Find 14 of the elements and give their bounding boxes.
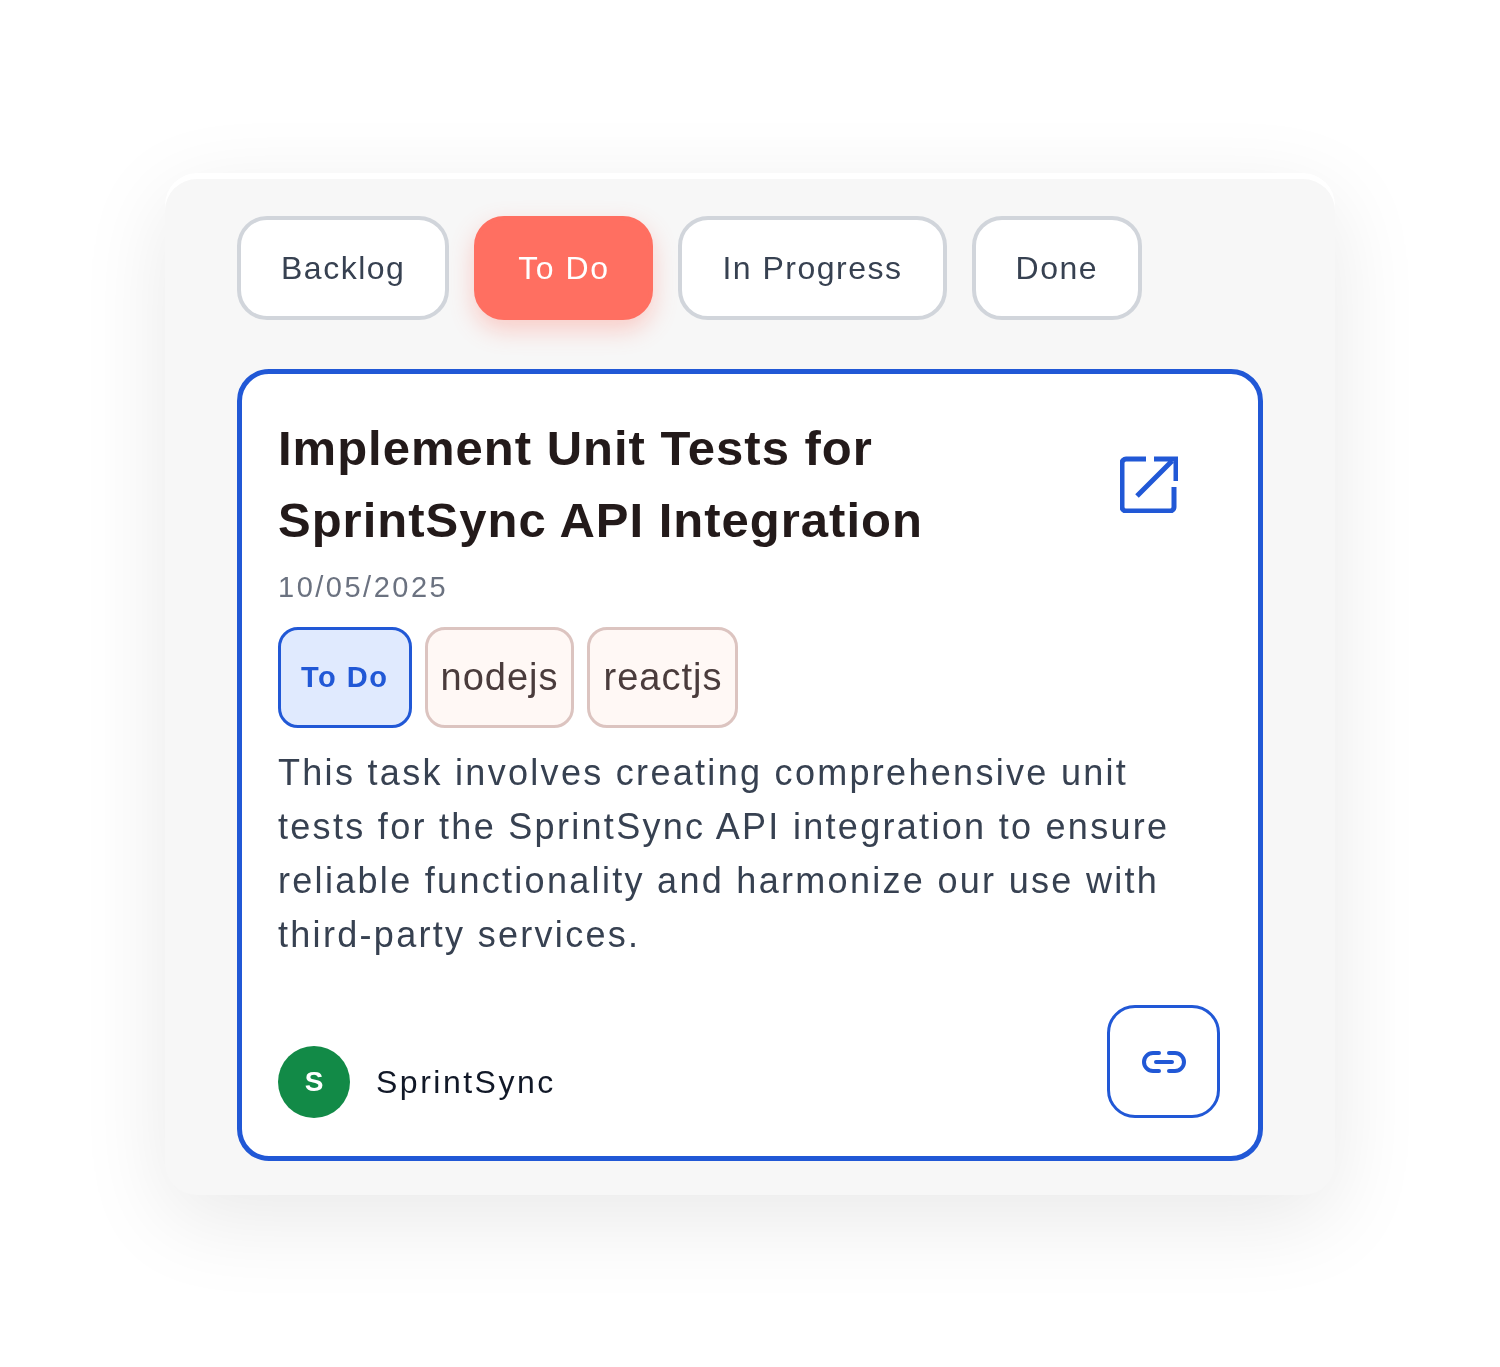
avatar: S: [278, 1046, 350, 1118]
topic-tag: nodejs: [424, 627, 575, 728]
status-tab[interactable]: Backlog: [237, 216, 450, 320]
link-button[interactable]: [1107, 1005, 1220, 1118]
status-tag: To Do: [278, 627, 412, 728]
status-tab[interactable]: In Progress: [678, 216, 947, 320]
link-icon: [1141, 1049, 1186, 1074]
status-tab[interactable]: Done: [971, 216, 1143, 320]
task-date: 10/05/2025: [278, 570, 450, 605]
task-title: Implement Unit Tests for SprintSync API Integration: [278, 420, 924, 549]
external-link-icon[interactable]: [1120, 455, 1178, 513]
topic-tag: reactjs: [587, 627, 739, 728]
task-description: This task involves creating comprehensive unit tests for the SprintSync API integration to ensure reliable functionality and harmonize our use with third-party services.: [278, 751, 1171, 957]
owner-name: SprintSync: [376, 1063, 556, 1101]
